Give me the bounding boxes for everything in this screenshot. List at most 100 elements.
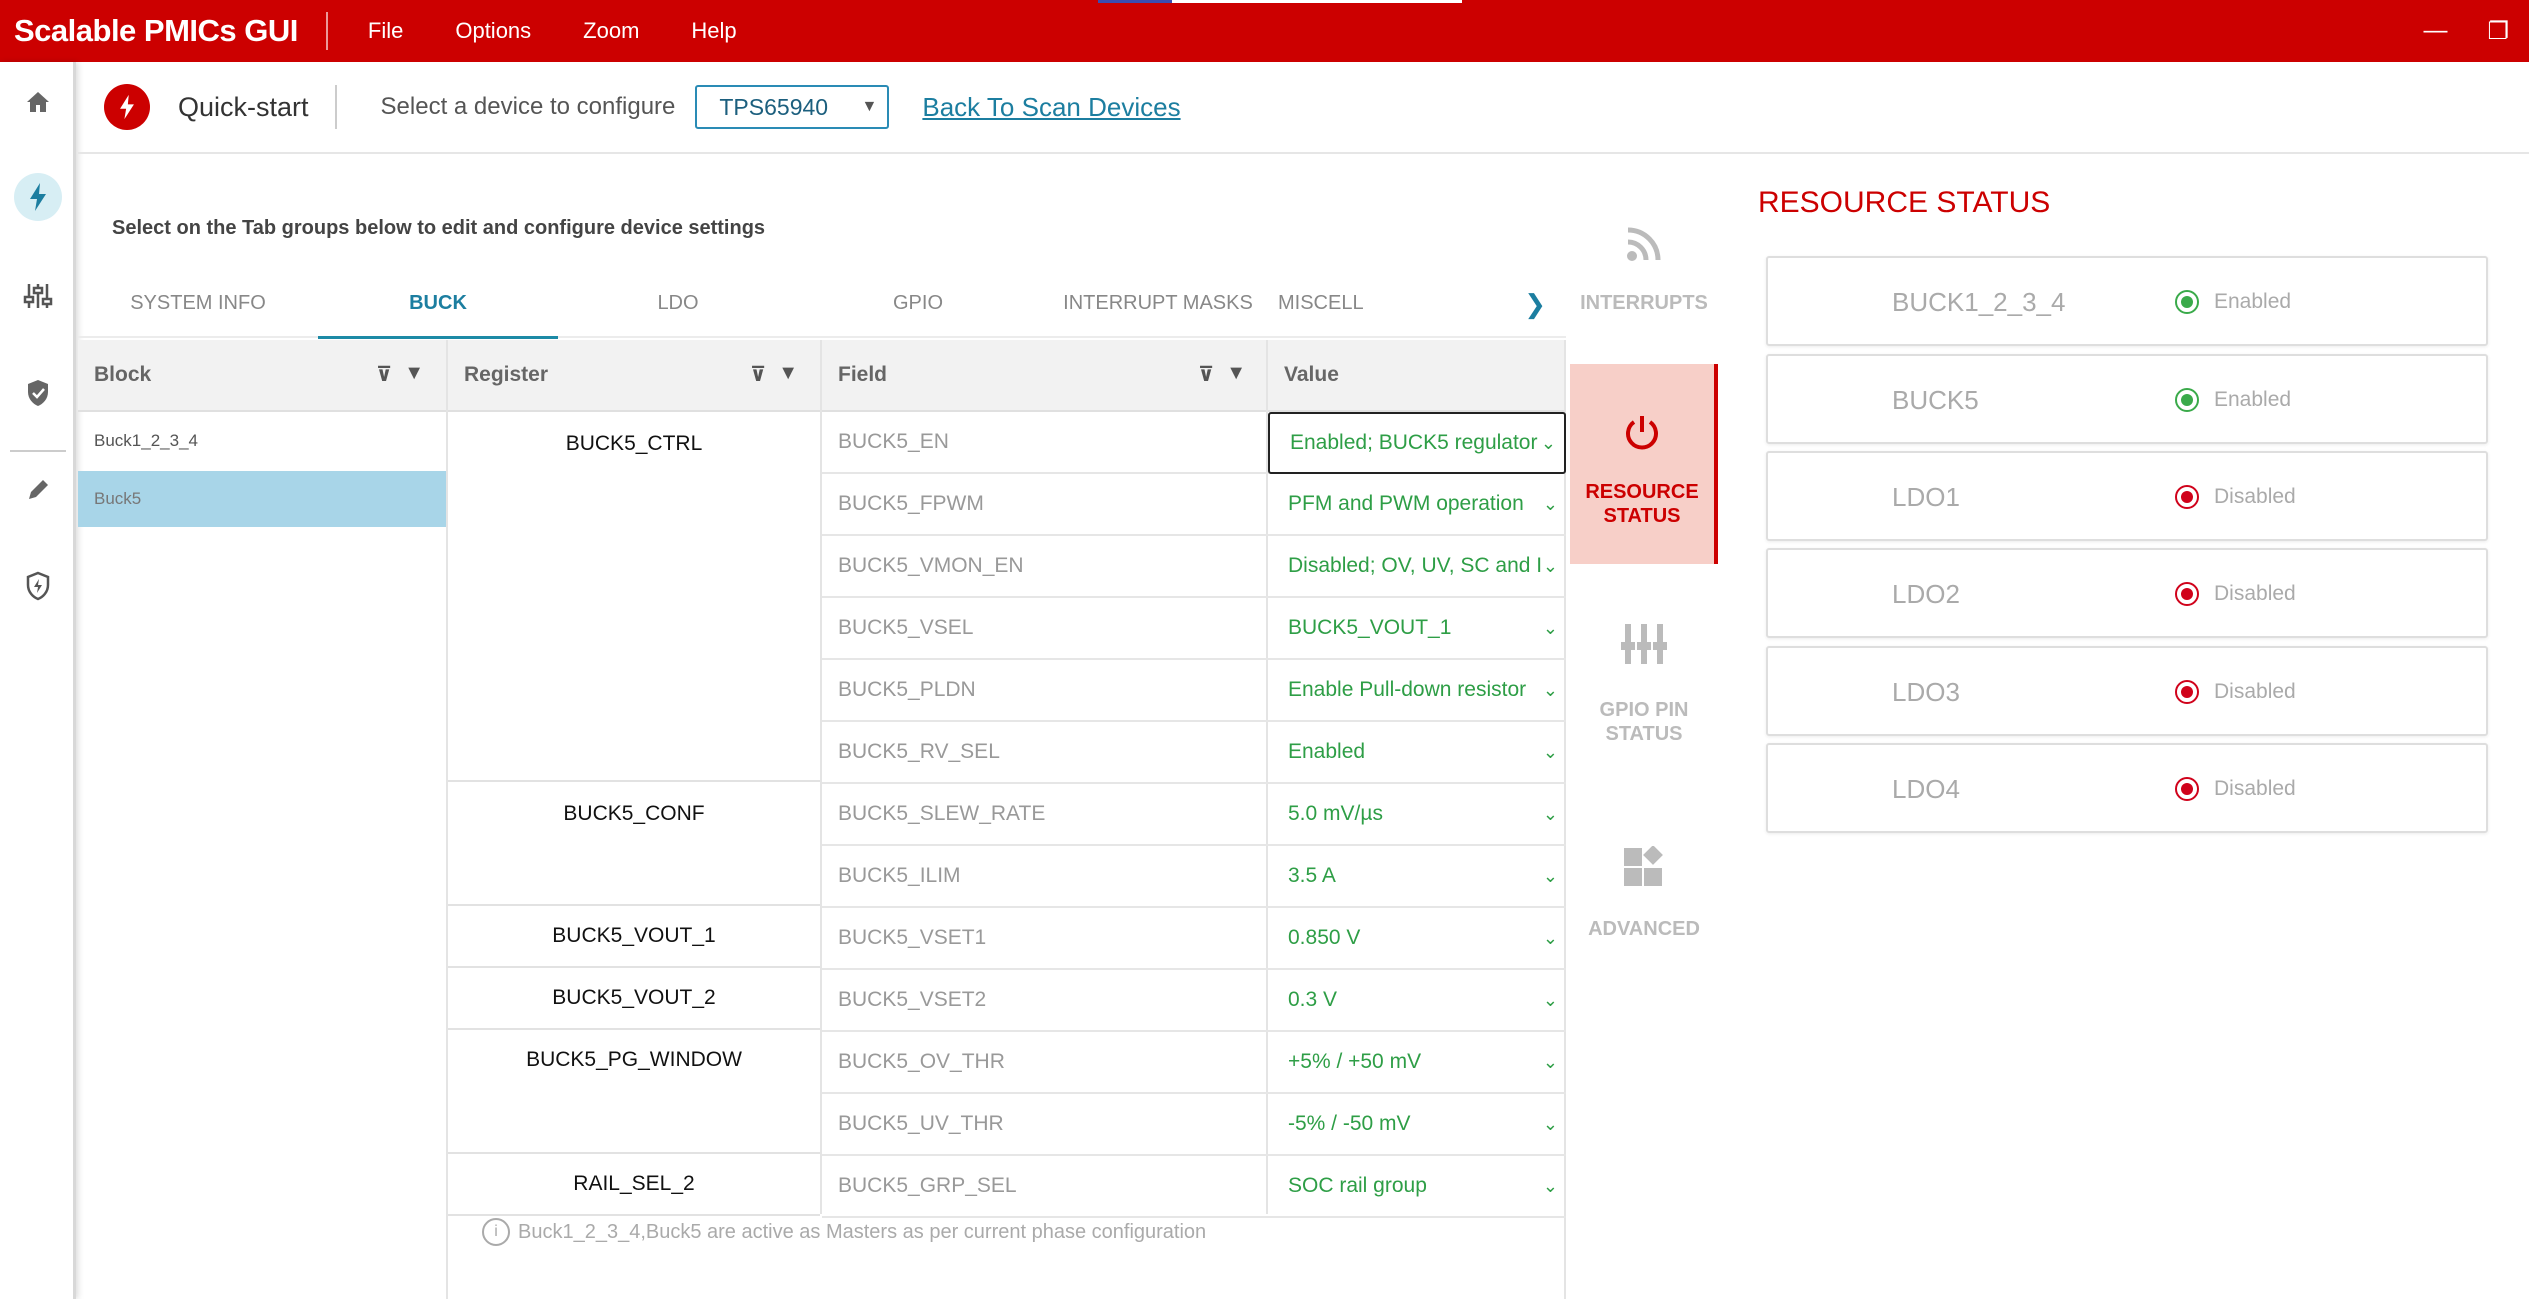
value-dropdown[interactable]: 0.3 V ⌄ [1268, 970, 1566, 1030]
side-tab-bar: INTERRUPTS RESOURCE STATUS GPIO PIN STAT… [1568, 200, 1720, 1000]
chevron-down-icon: ⌄ [1542, 742, 1558, 762]
clear-filter-icon[interactable]: ⊽ [376, 362, 392, 387]
tab-bar: SYSTEM INFO BUCK LDO GPIO INTERRUPT MASK… [78, 269, 1566, 339]
chevron-down-icon: ⌄ [1540, 433, 1556, 453]
filter-icon[interactable]: ▼ [1226, 362, 1246, 387]
register-buck5-conf: BUCK5_CONF [448, 782, 820, 906]
table-row: BUCK5_VSEL BUCK5_VOUT_1 ⌄ [822, 598, 1566, 660]
side-tab-interrupts[interactable]: INTERRUPTS [1570, 224, 1718, 344]
table-row: BUCK5_VSET2 0.3 V ⌄ [822, 970, 1566, 1032]
status-disabled-icon [2175, 680, 2199, 704]
resource-status-title: RESOURCE STATUS [1758, 186, 2051, 219]
chevron-down-icon: ⌄ [1542, 866, 1558, 886]
quickstart-bolt-icon [104, 84, 150, 130]
device-dropdown[interactable]: TPS65940 ▼ [695, 85, 890, 129]
instruction-text: Select on the Tab groups below to edit a… [112, 217, 766, 239]
filter-icon[interactable]: ▼ [404, 362, 424, 387]
filter-icon[interactable]: ▼ [778, 362, 798, 387]
menu-zoom[interactable]: Zoom [557, 18, 665, 44]
device-dropdown-value: TPS65940 [719, 93, 829, 120]
status-enabled-icon [2175, 290, 2199, 314]
resource-card-buck1234: BUCK1_2_3_4 Enabled [1766, 256, 2488, 346]
chevron-down-icon: ⌄ [1542, 1176, 1558, 1196]
table-row: BUCK5_VMON_EN Disabled; OV, UV, SC and I ⌄ [822, 536, 1566, 598]
tab-interrupt-masks[interactable]: INTERRUPT MASKS [1038, 269, 1278, 337]
block-item-buck1234[interactable]: Buck1_2_3_4 [78, 413, 446, 469]
chevron-down-icon: ⌄ [1542, 618, 1558, 638]
value-dropdown[interactable]: +5% / +50 mV ⌄ [1268, 1032, 1566, 1092]
value-dropdown[interactable]: 0.850 V ⌄ [1268, 908, 1566, 968]
menu-help[interactable]: Help [665, 18, 762, 44]
register-buck5-pg-window: BUCK5_PG_WINDOW [448, 1030, 820, 1154]
table-row: BUCK5_ILIM 3.5 A ⌄ [822, 846, 1566, 908]
resource-card-buck5: BUCK5 Enabled [1766, 354, 2488, 444]
resource-card-ldo4: LDO4 Disabled [1766, 743, 2488, 833]
chevron-right-icon[interactable]: ❯ [1524, 270, 1546, 338]
left-navigation [0, 62, 76, 1299]
quickstart-bolt-icon[interactable] [14, 173, 62, 221]
table-row: BUCK5_FPWM PFM and PWM operation ⌄ [822, 474, 1566, 536]
restore-icon[interactable]: ❐ [2487, 17, 2509, 46]
register-grid: Block ⊽ ▼ Register ⊽ ▼ Field ⊽ ▼ Value Buck… [78, 340, 1566, 1299]
tab-buck[interactable]: BUCK [318, 269, 558, 339]
block-item-buck5[interactable]: Buck5 [78, 471, 446, 527]
side-tab-resource-status[interactable]: RESOURCE STATUS [1570, 364, 1718, 564]
tab-miscellaneous[interactable]: MISCELL [1278, 269, 1408, 337]
register-buck5-ctrl: BUCK5_CTRL [448, 412, 820, 782]
table-row: BUCK5_SLEW_RATE 5.0 mV/µs ⌄ [822, 784, 1566, 846]
value-dropdown[interactable]: Disabled; OV, UV, SC and I ⌄ [1268, 536, 1566, 596]
clear-filter-icon[interactable]: ⊽ [1198, 362, 1214, 387]
pencil-icon[interactable] [14, 466, 62, 514]
device-select-label: Select a device to configure [380, 93, 676, 120]
value-dropdown[interactable]: 3.5 A ⌄ [1268, 846, 1566, 906]
resource-card-ldo2: LDO2 Disabled [1766, 548, 2488, 638]
phase-config-note: i Buck1_2_3_4,Buck5 are active as Master… [482, 1218, 1206, 1246]
table-row: BUCK5_UV_THR -5% / -50 mV ⌄ [822, 1094, 1566, 1156]
home-icon[interactable] [14, 78, 62, 126]
status-enabled-icon [2175, 388, 2199, 412]
value-dropdown[interactable]: SOC rail group ⌄ [1268, 1156, 1566, 1216]
app-title: Scalable PMICs GUI [14, 13, 298, 48]
tab-ldo[interactable]: LDO [558, 269, 798, 337]
value-dropdown[interactable]: Enabled ⌄ [1268, 722, 1566, 782]
sliders-icon[interactable] [14, 272, 62, 320]
value-dropdown[interactable]: -5% / -50 mV ⌄ [1268, 1094, 1566, 1154]
title-bar: Scalable PMICs GUI File Options Zoom Hel… [0, 0, 2529, 62]
status-disabled-icon [2175, 777, 2199, 801]
chevron-down-icon: ⌄ [1542, 928, 1558, 948]
value-dropdown[interactable]: BUCK5_VOUT_1 ⌄ [1268, 598, 1566, 658]
value-dropdown[interactable]: Enable Pull-down resistor ⌄ [1268, 660, 1566, 720]
tab-gpio[interactable]: GPIO [798, 269, 1038, 337]
power-icon [1570, 412, 1714, 462]
value-dropdown[interactable]: 5.0 mV/µs ⌄ [1268, 784, 1566, 844]
value-dropdown[interactable]: Enabled; BUCK5 regulator ⌄ [1268, 412, 1566, 474]
chevron-down-icon: ⌄ [1542, 494, 1558, 514]
register-rail-sel-2: RAIL_SEL_2 [448, 1154, 820, 1216]
value-dropdown[interactable]: PFM and PWM operation ⌄ [1268, 474, 1566, 534]
side-tab-advanced[interactable]: ADVANCED [1570, 845, 1718, 966]
loading-progress [1098, 0, 1462, 3]
table-row: BUCK5_EN Enabled; BUCK5 regulator ⌄ [822, 412, 1566, 474]
shield-bolt-icon[interactable] [14, 562, 62, 610]
status-disabled-icon [2175, 582, 2199, 606]
table-row: BUCK5_VSET1 0.850 V ⌄ [822, 908, 1566, 970]
column-header-register: Register ⊽ ▼ [448, 340, 820, 412]
rss-icon [1570, 224, 1718, 274]
minimize-icon[interactable]: — [2423, 17, 2447, 45]
menu-options[interactable]: Options [429, 18, 557, 44]
clear-filter-icon[interactable]: ⊽ [750, 362, 766, 387]
table-row: BUCK5_RV_SEL Enabled ⌄ [822, 722, 1566, 784]
table-row: BUCK5_OV_THR +5% / +50 mV ⌄ [822, 1032, 1566, 1094]
title-separator [325, 12, 328, 50]
side-tab-gpio-pin-status[interactable]: GPIO PIN STATUS [1570, 620, 1718, 760]
register-buck5-vout1: BUCK5_VOUT_1 [448, 906, 820, 968]
chevron-down-icon: ⌄ [1542, 680, 1558, 700]
menu-file[interactable]: File [342, 18, 429, 44]
shield-check-icon[interactable] [14, 369, 62, 417]
chevron-down-icon: ⌄ [1542, 990, 1558, 1010]
back-to-scan-link[interactable]: Back To Scan Devices [922, 92, 1180, 123]
chevron-down-icon: ⌄ [1542, 556, 1558, 576]
register-buck5-vout2: BUCK5_VOUT_2 [448, 968, 820, 1030]
tab-system-info[interactable]: SYSTEM INFO [78, 269, 318, 337]
chevron-down-icon: ⌄ [1542, 1114, 1558, 1134]
